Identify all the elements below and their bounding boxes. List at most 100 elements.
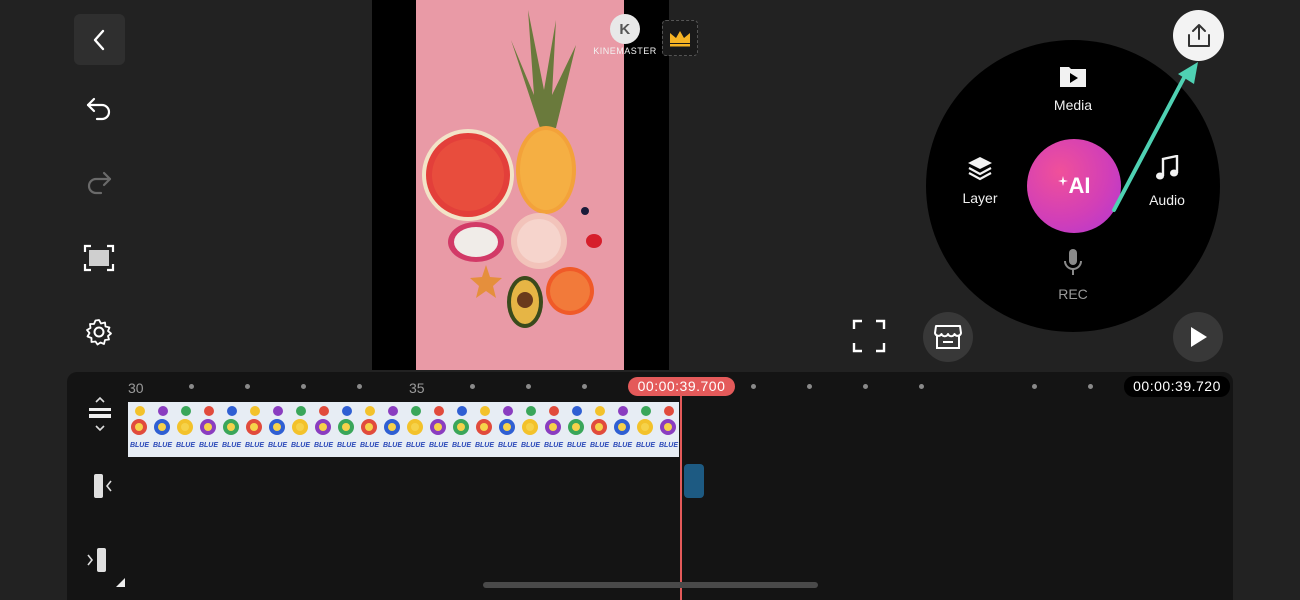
share-upload-icon (1185, 22, 1213, 50)
clip-frame: BLUE (427, 402, 450, 457)
svg-text:BLUE: BLUE (222, 442, 241, 449)
clip-frame: BLUE (220, 402, 243, 457)
ruler-tick (301, 384, 306, 389)
svg-text:BLUE: BLUE (452, 442, 471, 449)
fullscreen-button[interactable] (846, 313, 892, 359)
media-wheel: Media Layer Audio REC AI (926, 40, 1220, 332)
undo-button[interactable] (76, 86, 122, 132)
ruler-tick (582, 384, 587, 389)
fullscreen-icon (852, 319, 886, 353)
svg-text:BLUE: BLUE (406, 442, 425, 449)
svg-text:BLUE: BLUE (475, 442, 494, 449)
chevron-left-icon (88, 28, 112, 52)
capture-frame-icon (83, 244, 115, 272)
ruler-tick (1088, 384, 1093, 389)
back-button[interactable] (74, 14, 125, 65)
ruler-tick (751, 384, 756, 389)
capture-button[interactable] (76, 235, 122, 281)
clip-frame: BLUE (358, 402, 381, 457)
clip-frame: BLUE (519, 402, 542, 457)
trim-right-icon (85, 545, 115, 575)
svg-text:BLUE: BLUE (636, 442, 655, 449)
clip-frame: BLUE (404, 402, 427, 457)
play-icon (1187, 325, 1209, 349)
clip-frame: BLUE (634, 402, 657, 457)
end-time-badge: 00:00:39.720 (1124, 376, 1230, 397)
ruler-label-35: 35 (409, 380, 425, 396)
audio-button[interactable]: Audio (1136, 155, 1198, 208)
timeline-scrollbar[interactable] (483, 582, 818, 588)
media-icon (1059, 64, 1087, 88)
current-time-badge: 00:00:39.700 (628, 377, 735, 396)
clip-frame: BLUE (289, 402, 312, 457)
svg-text:BLUE: BLUE (567, 442, 586, 449)
layer-button[interactable]: Layer (950, 155, 1010, 206)
track-height-button[interactable] (82, 394, 118, 434)
ruler-tick (245, 384, 250, 389)
microphone-icon (1062, 247, 1084, 277)
store-icon (933, 324, 963, 350)
resize-corner (116, 578, 125, 587)
svg-text:BLUE: BLUE (613, 442, 632, 449)
clip-frame: BLUE (312, 402, 335, 457)
rec-label: REC (1058, 286, 1088, 302)
svg-text:BLUE: BLUE (590, 442, 609, 449)
svg-text:BLUE: BLUE (544, 442, 563, 449)
asset-store-button[interactable] (923, 312, 973, 362)
svg-text:BLUE: BLUE (429, 442, 448, 449)
playhead[interactable] (680, 396, 682, 600)
media-button[interactable]: Media (1043, 64, 1103, 113)
kinemaster-watermark: K KINEMASTER (592, 14, 658, 56)
ai-button[interactable]: AI (1027, 139, 1121, 233)
svg-text:BLUE: BLUE (199, 442, 218, 449)
ruler-tick (470, 384, 475, 389)
ruler-tick (1032, 384, 1037, 389)
svg-text:BLUE: BLUE (176, 442, 195, 449)
ruler-tick (807, 384, 812, 389)
svg-text:BLUE: BLUE (314, 442, 333, 449)
expand-tracks-icon (85, 396, 115, 432)
watermark-text: KINEMASTER (593, 46, 657, 56)
ruler-tick (526, 384, 531, 389)
settings-button[interactable] (76, 309, 122, 355)
music-note-icon (1154, 155, 1180, 183)
svg-text:BLUE: BLUE (383, 442, 402, 449)
svg-text:BLUE: BLUE (130, 442, 149, 449)
export-share-button[interactable] (1173, 10, 1224, 61)
svg-text:BLUE: BLUE (245, 442, 264, 449)
svg-text:BLUE: BLUE (498, 442, 517, 449)
layer-label: Layer (962, 190, 998, 206)
clip-frame: BLUE (381, 402, 404, 457)
ruler-tick (863, 384, 868, 389)
clip-frame: BLUE (473, 402, 496, 457)
media-label: Media (1053, 97, 1093, 113)
premium-button[interactable] (662, 20, 698, 56)
clip-frame: BLUE (335, 402, 358, 457)
clip-frame: BLUE (243, 402, 266, 457)
clip-frame: BLUE (657, 402, 679, 457)
play-button[interactable] (1173, 312, 1223, 362)
clip-frame: BLUE (542, 402, 565, 457)
svg-text:BLUE: BLUE (268, 442, 287, 449)
clip-frame: BLUE (496, 402, 519, 457)
trim-end-button[interactable] (82, 540, 118, 580)
ruler-tick (919, 384, 924, 389)
clip-thumbnail[interactable] (684, 464, 704, 498)
gear-icon (84, 317, 114, 347)
record-button[interactable]: REC (1043, 247, 1103, 302)
audio-label: Audio (1149, 192, 1185, 208)
crown-icon (668, 29, 692, 47)
video-clip[interactable]: BLUE BLUE BLUE BLUE BLUE BLUE BLUE BLUE BLUE BLUE… (128, 402, 679, 457)
clip-frame: BLUE (450, 402, 473, 457)
svg-text:BLUE: BLUE (521, 442, 540, 449)
ruler-label-30: 30 (128, 380, 144, 396)
clip-frame: BLUE (266, 402, 289, 457)
ruler-tick (189, 384, 194, 389)
redo-icon (84, 168, 114, 198)
redo-button[interactable] (76, 160, 122, 206)
ruler-tick (357, 384, 362, 389)
ai-label: AI (1068, 173, 1091, 198)
trim-start-button[interactable] (82, 466, 118, 506)
layer-icon (966, 155, 994, 181)
undo-icon (84, 94, 114, 124)
